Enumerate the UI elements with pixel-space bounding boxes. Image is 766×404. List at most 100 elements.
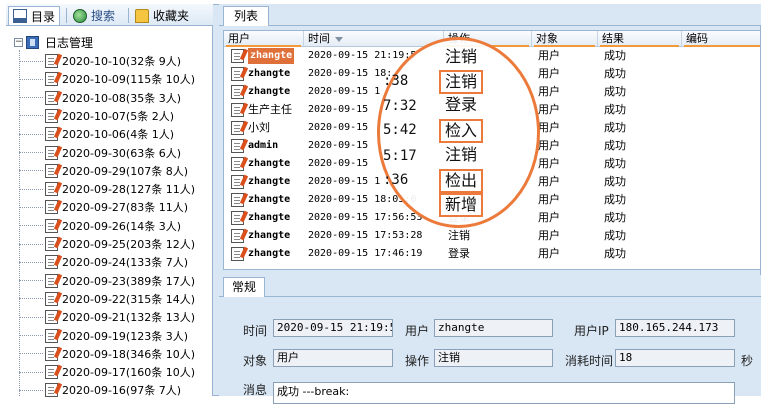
elapsed-field[interactable]: 18 <box>615 349 735 367</box>
log-note-icon <box>45 328 58 343</box>
log-note-icon <box>45 346 58 361</box>
cell-user: zhangte <box>248 86 291 97</box>
cell-result: 成功 <box>604 85 626 98</box>
tree-item[interactable]: 2020-09-28(127条 11人) <box>19 180 195 198</box>
cell-result: 成功 <box>604 49 626 62</box>
tree-item[interactable]: 2020-10-09(115条 10人) <box>19 70 195 88</box>
tree-item[interactable]: 2020-09-29(107条 8人) <box>19 162 188 180</box>
log-note-icon <box>45 237 58 251</box>
cell-object: 用户 <box>538 157 560 170</box>
cell-user: admin <box>248 140 279 151</box>
log-note-icon <box>45 72 58 87</box>
operation-field[interactable]: 注销 <box>434 349 553 367</box>
magnified-time: :36 <box>383 172 409 188</box>
tree-item[interactable]: 2020-09-17(160条 10人) <box>19 363 195 381</box>
tree-item[interactable]: 2020-09-23(389条 17人) <box>19 272 195 290</box>
tree-item[interactable]: 2020-10-10(32条 9人) <box>19 52 181 70</box>
cell-result: 成功 <box>604 121 626 134</box>
tab-directory[interactable]: 目录 <box>8 6 61 25</box>
cell-object: 用户 <box>538 175 560 188</box>
cell-result: 成功 <box>604 157 626 170</box>
time-field[interactable]: 2020-09-15 21:19:54 <box>273 319 393 337</box>
tab-search-label: 搜索 <box>91 9 116 23</box>
cell-user: zhangte <box>248 194 291 205</box>
log-note-icon <box>45 291 58 306</box>
cell-object: 用户 <box>538 193 560 206</box>
object-field[interactable]: 用户 <box>273 349 393 367</box>
tab-favorites-label: 收藏夹 <box>153 9 190 23</box>
log-note-icon <box>45 182 58 197</box>
list-tabbar: 列表 <box>219 4 761 26</box>
cell-user: zhangte <box>248 176 291 187</box>
tree-item[interactable]: 2020-09-22(315条 14人) <box>19 290 195 308</box>
tree-connector <box>19 261 43 263</box>
tab-list[interactable]: 列表 <box>223 6 270 26</box>
tree-item[interactable]: 2020-09-18(346条 10人) <box>19 345 195 363</box>
log-note-icon <box>231 247 244 261</box>
tab-favorites[interactable]: 收藏夹 <box>131 6 193 25</box>
column-header-time[interactable]: 时间 <box>304 31 444 47</box>
tree-item[interactable]: 2020-09-25(203条 12人) <box>19 235 195 253</box>
directory-icon <box>13 9 27 23</box>
search-icon <box>73 8 87 23</box>
log-note-icon <box>45 145 58 160</box>
cell-time: 2020-09-15 21:19:5 <box>308 50 417 61</box>
user-field[interactable]: zhangte <box>434 319 553 337</box>
tree-item[interactable]: 2020-10-08(35条 3人) <box>19 89 181 107</box>
tree-item-label: 2020-10-10(32条 9人) <box>62 55 182 68</box>
tree-item[interactable]: 2020-09-19(123条 3人) <box>19 327 188 345</box>
tab-general[interactable]: 常规 <box>223 277 266 297</box>
cell-result: 成功 <box>604 211 626 224</box>
cell-user: zhangte <box>248 212 291 223</box>
cell-user: zhangte <box>248 68 291 79</box>
cell-time: 2020-09-15 <box>308 122 369 133</box>
message-field[interactable]: 成功 ---break: <box>273 382 735 404</box>
object-label: 对象 <box>243 354 268 368</box>
tree-connector <box>19 389 43 391</box>
cell-object: 用户 <box>538 103 560 116</box>
tree-item[interactable]: 2020-09-21(132条 13人) <box>19 308 195 326</box>
ip-field[interactable]: 180.165.244.173 <box>615 319 735 337</box>
tree-item-label: 2020-09-28(127条 11人) <box>62 183 195 197</box>
tree-root[interactable]: − 日志管理 <box>14 34 93 50</box>
cell-operation: 登录 <box>448 247 470 260</box>
elapsed-label: 消耗时间 <box>565 354 614 368</box>
cell-time: 2020-09-15 17:56:53 <box>308 212 423 223</box>
column-header-user[interactable]: 用户 <box>224 31 304 47</box>
tree-item-label: 2020-09-19(123条 3人) <box>62 329 189 343</box>
tree-item[interactable]: 2020-09-24(133条 7人) <box>19 253 188 271</box>
table-row[interactable]: zhangte 2020-09-15 17:53:28 注销 用户 成功 <box>224 227 760 245</box>
log-note-icon <box>45 200 58 215</box>
log-note-icon <box>231 67 244 81</box>
log-note-icon <box>45 127 58 142</box>
tree-root-label: 日志管理 <box>45 35 94 50</box>
table-row[interactable]: zhangte 2020-09-15 17:46:19 登录 用户 成功 <box>224 245 760 263</box>
log-note-icon <box>231 49 244 63</box>
tab-search[interactable]: 搜索 <box>69 6 119 25</box>
tree-connector <box>19 170 43 172</box>
cell-object: 用户 <box>538 139 560 152</box>
column-header-object[interactable]: 对象 <box>532 31 598 47</box>
tree-item[interactable]: 2020-09-30(63条 6人) <box>19 144 181 162</box>
tree-item-label: 2020-09-25(203条 12人) <box>62 238 195 251</box>
column-header-code-label: 编码 <box>686 32 708 45</box>
log-note-icon <box>45 90 58 105</box>
magnified-time: 5:17 <box>383 148 417 164</box>
cell-time: 2020-09-15 17:53:28 <box>308 230 423 241</box>
cell-result: 成功 <box>604 193 626 206</box>
tree-item[interactable]: 2020-09-26(14条 3人) <box>19 217 181 235</box>
collapse-icon[interactable]: − <box>14 37 23 47</box>
tree-item[interactable]: 2020-09-27(83条 11人) <box>19 198 188 216</box>
tree-item[interactable]: 2020-10-07(5条 2人) <box>19 107 174 125</box>
log-note-icon <box>231 139 244 153</box>
log-note-icon <box>231 193 244 207</box>
log-note-icon <box>231 229 244 243</box>
tree-item[interactable]: 2020-10-06(4条 1人) <box>19 125 174 143</box>
column-header-result[interactable]: 结果 <box>598 31 682 47</box>
cell-user: zhangte <box>248 248 291 259</box>
operation-label: 操作 <box>405 354 430 368</box>
highlighted-operation: 检出 <box>439 169 484 193</box>
column-header-code[interactable]: 编码 <box>682 31 760 47</box>
cell-user: zhangte <box>248 230 291 241</box>
tree-item[interactable]: 2020-09-16(97条 7人) <box>19 381 181 399</box>
